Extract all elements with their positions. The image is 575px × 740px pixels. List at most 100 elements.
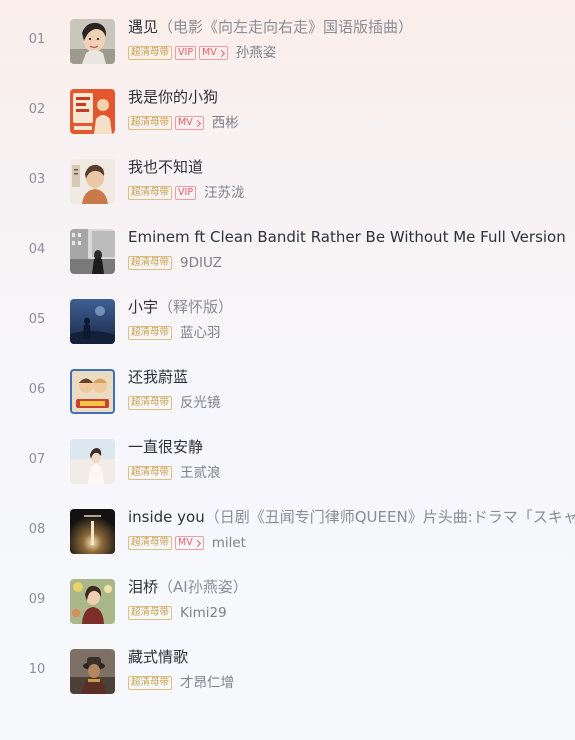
song-index: 04 (28, 242, 46, 257)
song-meta: 超清母带 反光镜 (128, 394, 575, 412)
artist-name[interactable]: 汪苏泷 (204, 184, 245, 202)
hq-master-badge: 超清母带 (128, 466, 173, 480)
song-title[interactable]: 一直很安静 (128, 438, 203, 456)
album-cover[interactable] (70, 649, 115, 694)
song-title[interactable]: 藏式情歌 (128, 648, 188, 666)
song-row[interactable]: 01 遇见（电影《向左走向右走》国语版插曲） 超清母带 VIP MV 孙燕姿 (0, 5, 575, 75)
song-title[interactable]: inside you (128, 508, 205, 526)
song-row[interactable]: 07 一直很安静 超清母带 王贰浪 (0, 425, 575, 495)
song-meta: 超清母带 VIP MV 孙燕姿 (128, 44, 575, 62)
song-subtitle: （释怀版） (158, 298, 234, 316)
vip-badge: VIP (175, 186, 197, 200)
girl-flowers-cover-art (70, 579, 115, 624)
song-title[interactable]: 小宇 (128, 298, 158, 316)
artist-name[interactable]: milet (212, 534, 246, 552)
artist-name[interactable]: 王贰浪 (180, 464, 221, 482)
song-row[interactable]: 04 Eminem ft Clean Bandit Rather Be With… (0, 215, 575, 285)
album-cover[interactable] (70, 159, 115, 204)
song-subtitle: （日剧《丑闻专门律师QUEEN》片头曲:ドラマ「スキャンダル専門弁護士QUEEN… (204, 508, 575, 526)
song-meta: 超清母带 MV 西彬 (128, 114, 575, 132)
cartoon-band-cover-art (70, 369, 115, 414)
chevron-right-icon (193, 119, 201, 127)
song-meta: 超清母带 VIP 汪苏泷 (128, 184, 575, 202)
song-title-line[interactable]: 一直很安静 (128, 437, 575, 457)
song-row[interactable]: 05 小宇（释怀版） 超清母带 蓝心羽 (0, 285, 575, 355)
mv-button[interactable]: MV (199, 46, 228, 60)
song-title[interactable]: Eminem ft Clean Bandit Rather Be Without… (128, 228, 566, 246)
song-title[interactable]: 遇见 (128, 18, 158, 36)
artist-name[interactable]: 才昂仁增 (180, 674, 234, 692)
song-meta: 超清母带 MV milet (128, 534, 575, 552)
mv-label: MV (178, 537, 193, 548)
song-subtitle: （AI孙燕姿） (158, 578, 248, 596)
song-title[interactable]: 我是你的小狗 (128, 88, 218, 106)
album-cover[interactable] (70, 369, 115, 414)
song-title-line[interactable]: inside you（日剧《丑闻专门律师QUEEN》片头曲:ドラマ「スキャンダル… (128, 507, 575, 527)
hq-master-badge: 超清母带 (128, 676, 173, 690)
album-cover[interactable] (70, 299, 115, 344)
song-subtitle: （电影《向左走向右走》国语版插曲） (158, 18, 414, 36)
song-title-line[interactable]: 遇见（电影《向左走向右走》国语版插曲） (128, 17, 575, 37)
song-meta: 超清母带 Kimi29 (128, 604, 575, 622)
chevron-right-icon (217, 49, 225, 57)
hq-master-badge: 超清母带 (128, 396, 173, 410)
song-index: 03 (28, 172, 46, 187)
mv-button[interactable]: MV (175, 116, 204, 130)
song-index: 02 (28, 102, 46, 117)
album-cover[interactable] (70, 509, 115, 554)
song-title-line[interactable]: Eminem ft Clean Bandit Rather Be Without… (128, 227, 575, 247)
song-title[interactable]: 泪桥 (128, 578, 158, 596)
song-title-line[interactable]: 泪桥（AI孙燕姿） (128, 577, 575, 597)
chevron-right-icon (193, 539, 201, 547)
song-title-line[interactable]: 我是你的小狗 (128, 87, 575, 107)
artist-name[interactable]: 孙燕姿 (236, 44, 277, 62)
hq-master-badge: 超清母带 (128, 46, 173, 60)
mv-label: MV (178, 117, 193, 128)
hq-master-badge: 超清母带 (128, 606, 173, 620)
artist-name[interactable]: 西彬 (212, 114, 239, 132)
song-row[interactable]: 08 inside you（日剧《丑闻专门律师QUEEN》片头曲:ドラマ「スキャ… (0, 495, 575, 565)
song-title-line[interactable]: 我也不知道 (128, 157, 575, 177)
song-row[interactable]: 10 藏式情歌 超清母带 才昂仁增 (0, 635, 575, 705)
album-cover[interactable] (70, 19, 115, 64)
song-title-line[interactable]: 还我蔚蓝 (128, 367, 575, 387)
hq-master-badge: 超清母带 (128, 326, 173, 340)
artist-name[interactable]: 反光镜 (180, 394, 221, 412)
song-meta: 超清母带 9DIUZ (128, 254, 575, 272)
city-street-cover-art (70, 229, 115, 274)
song-meta: 超清母带 蓝心羽 (128, 324, 575, 342)
song-index: 10 (28, 662, 46, 677)
hq-master-badge: 超清母带 (128, 536, 173, 550)
artist-name[interactable]: 蓝心羽 (180, 324, 221, 342)
song-list: 01 遇见（电影《向左走向右走》国语版插曲） 超清母带 VIP MV 孙燕姿 0 (0, 5, 575, 705)
song-index: 01 (28, 32, 46, 47)
song-title[interactable]: 我也不知道 (128, 158, 203, 176)
song-row[interactable]: 02 我是你的小狗 超清母带 MV 西彬 (0, 75, 575, 145)
song-index: 09 (28, 592, 46, 607)
mv-label: MV (202, 47, 217, 58)
album-cover[interactable] (70, 229, 115, 274)
woman-portrait-cover-art (70, 19, 115, 64)
hq-master-badge: 超清母带 (128, 256, 173, 270)
album-cover[interactable] (70, 89, 115, 134)
vip-badge: VIP (175, 46, 197, 60)
artist-name[interactable]: Kimi29 (180, 604, 227, 622)
hq-master-badge: 超清母带 (128, 116, 173, 130)
tibetan-man-cover-art (70, 649, 115, 694)
orange-poster-cover-art (70, 89, 115, 134)
artist-name[interactable]: 9DIUZ (180, 254, 222, 272)
song-row[interactable]: 09 泪桥（AI孙燕姿） 超清母带 Kimi29 (0, 565, 575, 635)
dark-light-cover-art (70, 509, 115, 554)
song-row[interactable]: 03 我也不知道 超清母带 VIP 汪苏泷 (0, 145, 575, 215)
man-portrait-cover-art (70, 159, 115, 204)
mv-button[interactable]: MV (175, 536, 204, 550)
album-cover[interactable] (70, 439, 115, 484)
album-cover[interactable] (70, 579, 115, 624)
blue-night-cover-art (70, 299, 115, 344)
song-meta: 超清母带 才昂仁增 (128, 674, 575, 692)
song-title-line[interactable]: 藏式情歌 (128, 647, 575, 667)
song-row[interactable]: 06 还我蔚蓝 超清母带 反光镜 (0, 355, 575, 425)
song-title-line[interactable]: 小宇（释怀版） (128, 297, 575, 317)
song-index: 08 (28, 522, 46, 537)
song-title[interactable]: 还我蔚蓝 (128, 368, 188, 386)
